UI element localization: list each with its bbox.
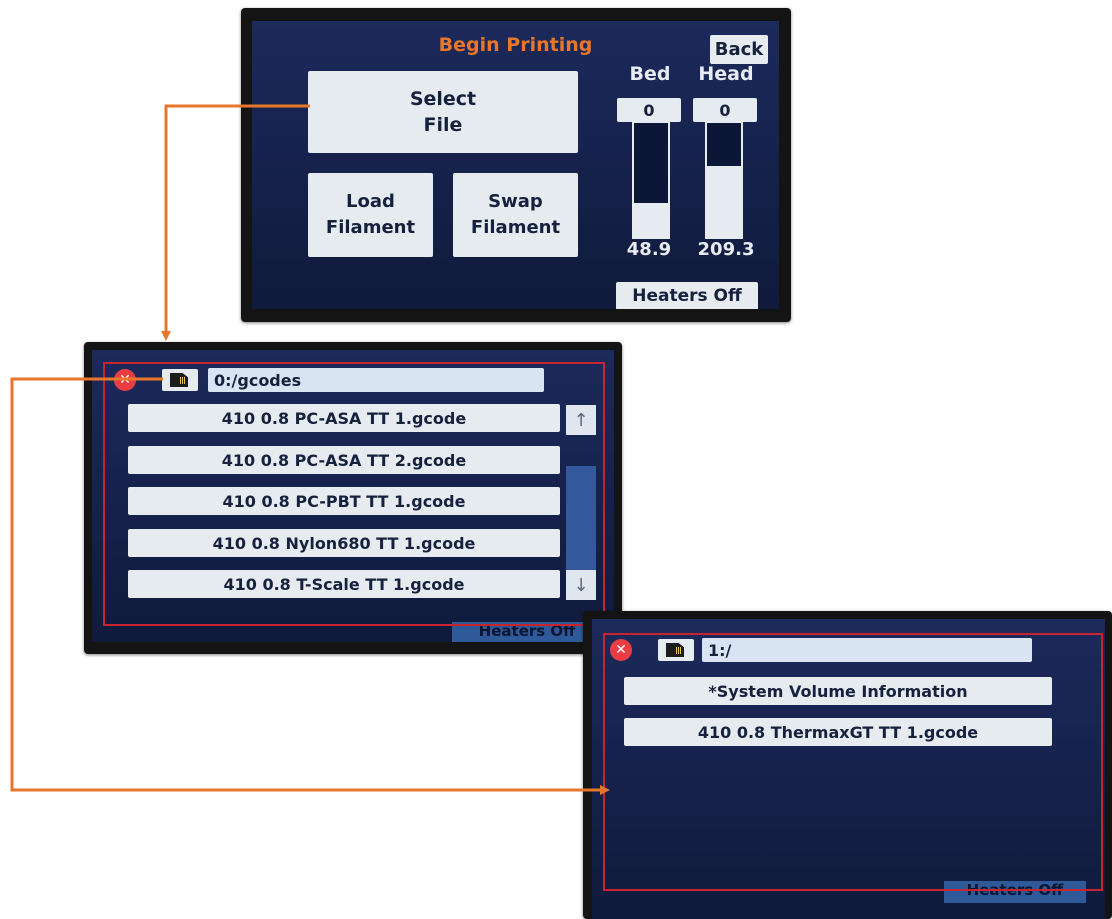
sd-card-icon[interactable] xyxy=(658,639,694,661)
select-file-button[interactable]: Select File xyxy=(308,71,578,153)
head-gauge-fill xyxy=(707,166,741,237)
file-item[interactable]: 410 0.8 PC-PBT TT 1.gcode xyxy=(128,487,560,515)
begin-printing-device: Begin Printing Back Select File Load Fil… xyxy=(241,8,791,322)
head-current-temperature: 209.3 xyxy=(697,239,755,260)
begin-printing-screen: Begin Printing Back Select File Load Fil… xyxy=(252,21,779,309)
file-item[interactable]: 410 0.8 PC-ASA TT 1.gcode xyxy=(128,404,560,432)
bed-setpoint-field[interactable]: 0 xyxy=(617,98,681,122)
scroll-up-button[interactable]: ↑ xyxy=(566,405,596,435)
heaters-off-button[interactable]: Heaters Off xyxy=(616,282,758,309)
back-button[interactable]: Back xyxy=(710,35,768,64)
scrollbar-track[interactable] xyxy=(566,466,596,571)
file-item[interactable]: 410 0.8 Nylon680 TT 1.gcode xyxy=(128,529,560,557)
gcodes-browser-device: Heaters Off ✕ 0:/gcodes 410 0.8 PC-ASA T… xyxy=(84,342,622,654)
heaters-off-tab[interactable]: Heaters Off xyxy=(944,881,1086,903)
file-item[interactable]: *System Volume Information xyxy=(624,677,1052,705)
file-item[interactable]: 410 0.8 PC-ASA TT 2.gcode xyxy=(128,446,560,474)
sd-card-icon[interactable] xyxy=(162,369,198,391)
gcodes-browser-screen: Heaters Off ✕ 0:/gcodes 410 0.8 PC-ASA T… xyxy=(92,350,614,642)
bed-label: Bed xyxy=(629,63,671,85)
bed-current-temperature: 48.9 xyxy=(626,239,672,260)
head-label: Head xyxy=(698,63,754,85)
path-bar: 0:/gcodes xyxy=(208,368,544,392)
file-item[interactable]: 410 0.8 T-Scale TT 1.gcode xyxy=(128,570,560,598)
path-bar: 1:/ xyxy=(702,638,1032,662)
root-browser-device: Heaters Off ✕ 1:/ *System Volume Informa… xyxy=(583,611,1112,919)
scroll-down-button[interactable]: ↓ xyxy=(566,570,596,600)
bed-gauge-fill xyxy=(634,202,668,237)
head-temperature-gauge xyxy=(705,121,743,239)
head-setpoint-field[interactable]: 0 xyxy=(693,98,757,122)
screen-title: Begin Printing xyxy=(438,34,593,56)
bed-temperature-gauge xyxy=(632,121,670,239)
close-icon[interactable]: ✕ xyxy=(114,369,136,391)
root-browser-screen: Heaters Off ✕ 1:/ *System Volume Informa… xyxy=(592,619,1105,919)
file-item[interactable]: 410 0.8 ThermaxGT TT 1.gcode xyxy=(624,718,1052,746)
heaters-off-tab[interactable]: Heaters Off xyxy=(452,622,602,642)
close-icon[interactable]: ✕ xyxy=(610,639,632,661)
file-browser-frame xyxy=(603,633,1103,891)
swap-filament-button[interactable]: Swap Filament xyxy=(453,173,578,257)
load-filament-button[interactable]: Load Filament xyxy=(308,173,433,257)
